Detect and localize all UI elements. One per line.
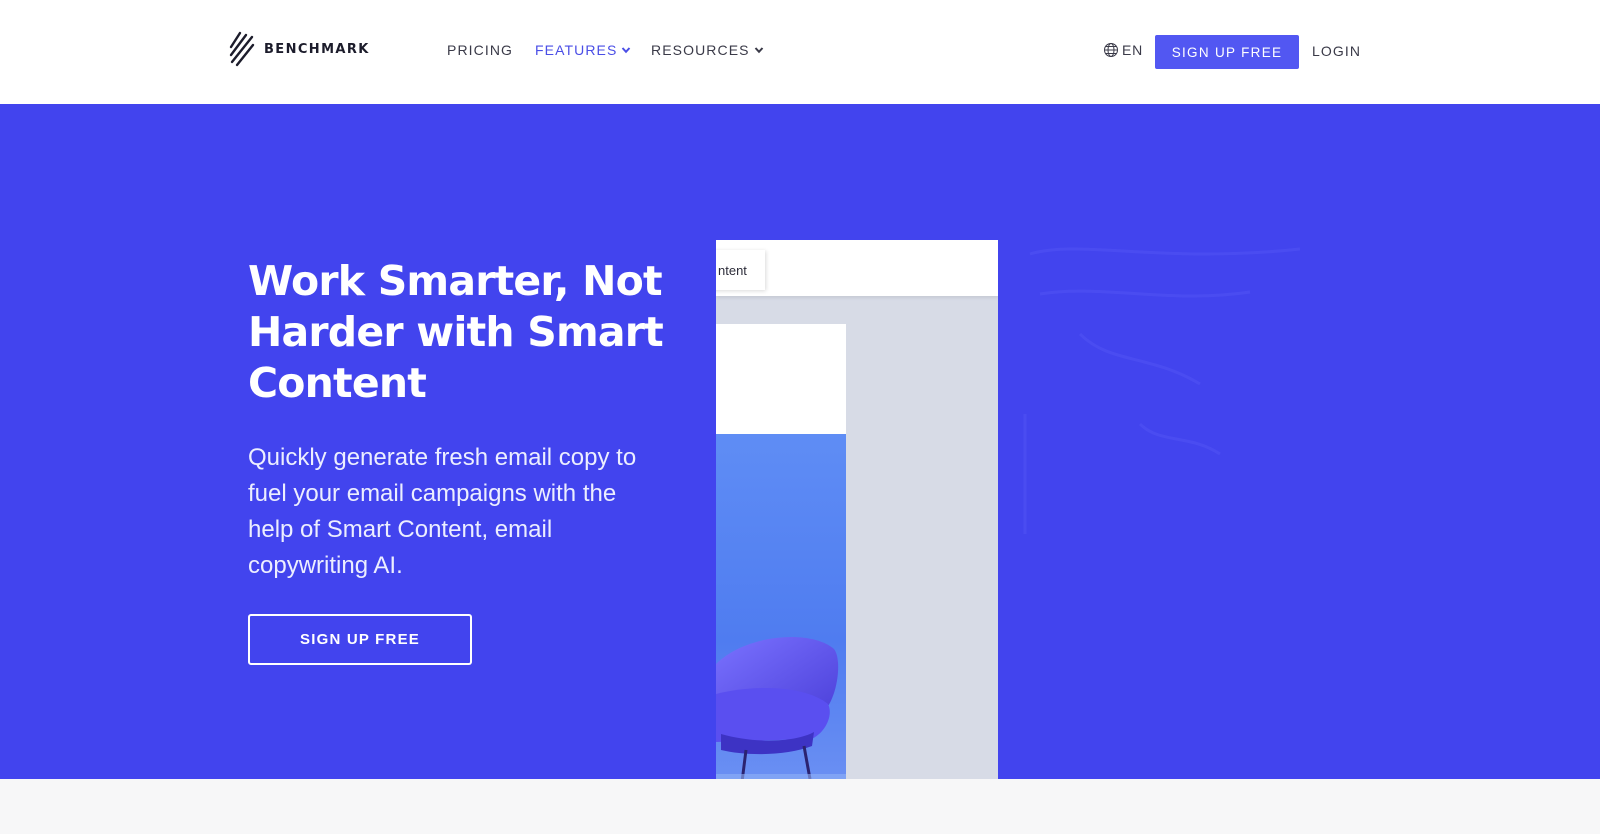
benchmark-logo-icon [229, 31, 255, 67]
nav-features-label: FEATURES [535, 42, 618, 58]
hero-title: Work Smarter, Not Harder with Smart Cont… [248, 257, 664, 407]
brand-name: BENCHMARK [264, 41, 370, 57]
product-mockup: ntent [716, 240, 998, 779]
nav-resources-label: RESOURCES [651, 42, 750, 58]
language-label: EN [1122, 42, 1144, 58]
mockup-photo [716, 434, 846, 779]
hero-signup-button[interactable]: SIGN UP FREE [248, 614, 472, 665]
nav-features[interactable]: FEATURES [535, 42, 631, 58]
hero-section: Work Smarter, Not Harder with Smart Cont… [0, 104, 1600, 779]
brand-logo[interactable]: BENCHMARK [228, 31, 370, 67]
chair-illustration [716, 637, 846, 779]
hero-description: Quickly generate fresh email copy to fue… [248, 444, 637, 579]
language-selector[interactable]: EN [1103, 42, 1143, 58]
login-link[interactable]: LOGIN [1312, 43, 1361, 59]
mockup-email-card [716, 324, 846, 779]
decorative-sketch [1023, 247, 1301, 534]
chevron-down-icon [754, 47, 763, 54]
mockup-tab: ntent [716, 250, 765, 290]
top-navbar: BENCHMARK PRICING FEATURES RESOURCES EN … [0, 0, 1600, 104]
nav-pricing[interactable]: PRICING [447, 42, 513, 58]
nav-resources[interactable]: RESOURCES [651, 42, 764, 58]
mockup-tab-label: ntent [718, 262, 747, 278]
next-section [0, 779, 1600, 834]
globe-icon [1104, 43, 1118, 57]
chevron-down-icon [622, 47, 631, 54]
signup-button-nav[interactable]: SIGN UP FREE [1155, 35, 1299, 69]
